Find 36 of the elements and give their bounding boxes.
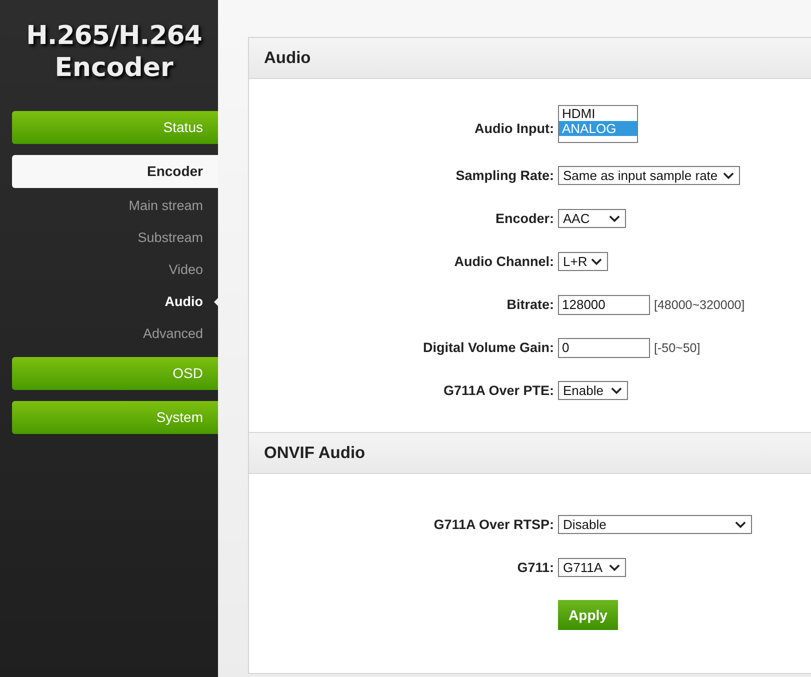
listbox-option[interactable]: HDMI [559,106,637,121]
logo-text: H.265/H.264 [26,20,202,52]
field-label: Audio Channel: [453,254,555,269]
field-label: Encoder: [494,211,555,226]
nav-subitem[interactable]: Main stream [12,190,218,222]
field-label: Digital Volume Gain: [422,340,555,355]
field-label: Sampling Rate: [454,168,555,183]
chevron-icon [591,258,602,266]
chevron-icon [609,564,620,572]
nav-subitem[interactable]: Video [12,254,218,286]
input-field[interactable]: 0 [558,338,650,358]
chevron-icon [723,172,734,180]
field-label: Bitrate: [506,297,555,312]
nav-button[interactable]: Encoder [12,155,218,188]
section-header: Audio [249,38,811,79]
range-hint: [48000~320000] [654,298,745,312]
nav-subitem[interactable]: Advanced [12,318,218,350]
field-label: Audio Input: [474,121,555,138]
nav-subitem[interactable]: Substream [12,222,218,254]
logo-text: Encoder [54,52,174,84]
dropdown[interactable]: Enable [558,381,628,400]
dropdown[interactable]: AAC [558,209,626,228]
chevron-icon [735,520,746,528]
field-label: G711: [516,560,555,575]
chevron-icon [609,214,620,222]
dropdown[interactable]: Disable [558,515,752,534]
field-label: G711A Over RTSP: [432,517,555,532]
chevron-icon [611,386,622,394]
dropdown[interactable]: Same as input sample rate [558,166,740,185]
field-label: G711A Over PTE: [442,383,555,398]
dropdown[interactable]: L+R [558,252,608,271]
listbox[interactable]: HDMI ANALOG [558,105,638,143]
section-header: ONVIF Audio [249,432,811,474]
dropdown[interactable]: G711A [558,558,626,577]
range-hint: [-50~50] [654,340,700,354]
input-field[interactable]: 128000 [558,294,650,314]
